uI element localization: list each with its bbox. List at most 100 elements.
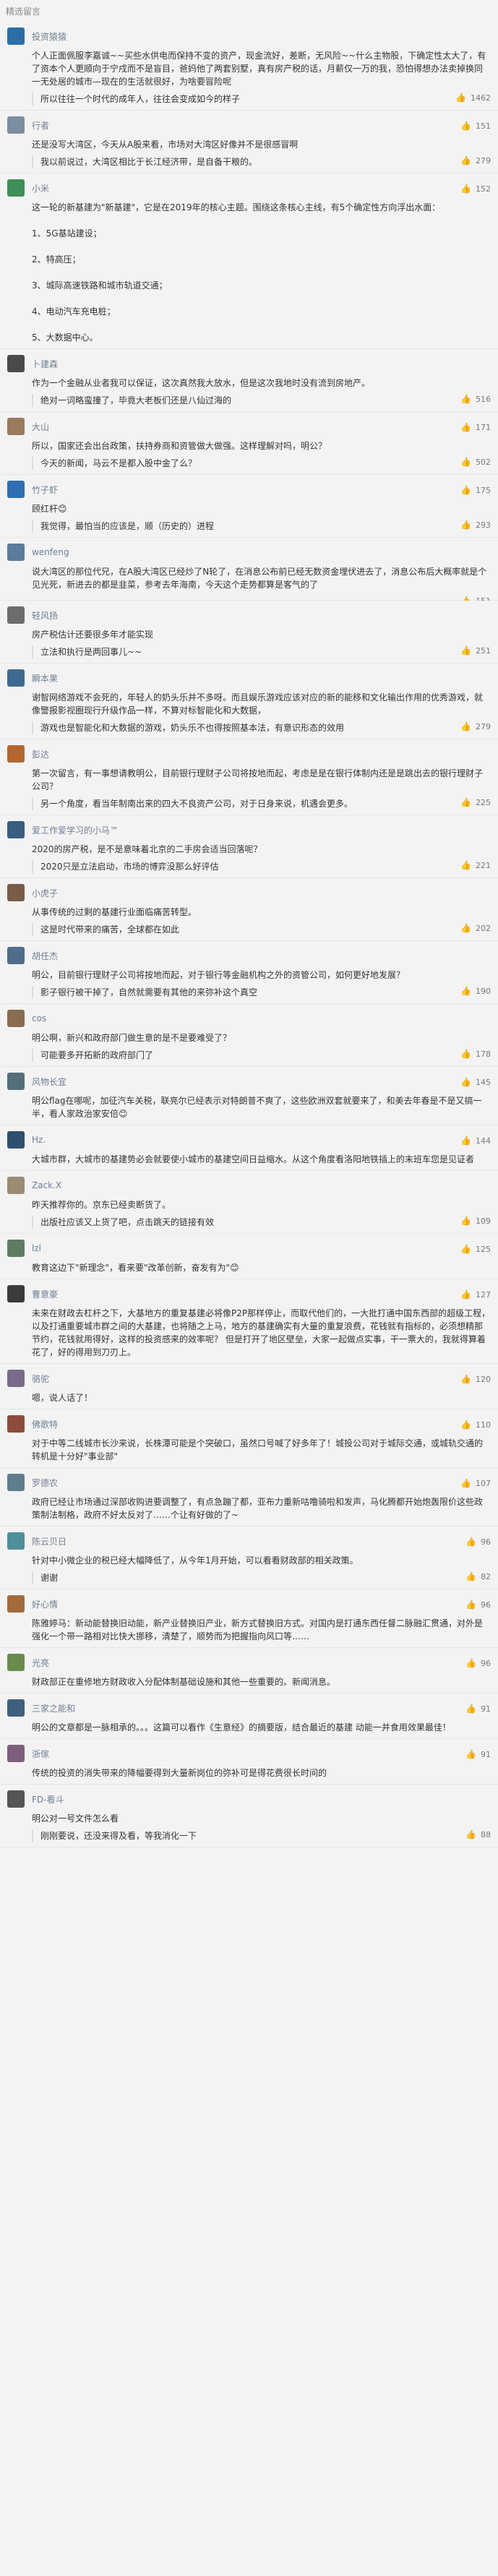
like-button[interactable]: 👍 96 [465, 1537, 491, 1547]
comment-text: 传统的投资的消失带来的降幅要得到大量新岗位的弥补可是得花费很长时间的 [32, 1768, 327, 1778]
commenter-name[interactable]: 瞬本果 [32, 672, 58, 684]
reply-text: 另一个角度，看当年制南出来的四大不良资产公司，对于日身来说，机遇会更多。 [40, 799, 353, 809]
reply-like-button[interactable]: 👍 178 [460, 1049, 491, 1059]
author-reply: 👍 225 另一个角度，看当年制南出来的四大不良资产公司，对于日身来说，机遇会更多。 [32, 797, 491, 810]
thumbs-up-icon: 👍 [460, 1077, 471, 1087]
like-button[interactable]: 👍 125 [460, 1244, 491, 1254]
commenter-name[interactable]: Hz. [32, 1135, 46, 1145]
like-button[interactable]: 👍 175 [460, 485, 491, 495]
author-reply: 👍 202 这是时代带来的痛苦，全球都在如此 [32, 923, 491, 936]
avatar[interactable] [7, 1240, 25, 1257]
commenter-name[interactable]: 骆驼 [32, 1373, 49, 1385]
comment-item: Hz. 👍 144 大城市群，大城市的基建势必会就要使小城市的基建空间日益缩水。从这个… [0, 1125, 498, 1171]
commenter-name[interactable]: 佛歌特 [32, 1418, 58, 1430]
reply-like-button[interactable]: 👍 190 [460, 986, 491, 996]
reply-like-button[interactable]: 👍 202 [460, 923, 491, 933]
avatar[interactable] [7, 745, 25, 763]
commenter-name[interactable]: FD-看斗 [32, 1793, 64, 1806]
reply-like-button[interactable]: 👍 225 [460, 797, 491, 807]
like-button[interactable]: 👍 171 [460, 422, 491, 432]
like-button[interactable]: 👍 96 [465, 1600, 491, 1610]
avatar[interactable] [7, 1370, 25, 1387]
commenter-name[interactable]: 轻风扬 [32, 609, 58, 622]
commenter-name[interactable]: 小米 [32, 182, 49, 194]
avatar[interactable] [7, 1595, 25, 1613]
comment-header: 好心情 [7, 1595, 491, 1613]
like-button[interactable]: 👍 127 [460, 1289, 491, 1300]
commenter-name[interactable]: 浙傢 [32, 1748, 49, 1760]
reply-like-button[interactable]: 👍 221 [460, 860, 491, 870]
avatar[interactable] [7, 947, 25, 964]
like-button[interactable]: 👍 107 [460, 1478, 491, 1488]
avatar[interactable] [7, 884, 25, 901]
avatar[interactable] [7, 116, 25, 134]
avatar[interactable] [7, 1654, 25, 1671]
comment-text: 明公，目前银行理财子公司将按地而起，对于银行等金融机构之外的资管公司，如何更好地… [32, 970, 405, 980]
reply-like-button[interactable]: 👍 82 [465, 1571, 491, 1581]
comment-item: FD-看斗 明公对一号文件怎么看 👍 88 刚刚要说，还没来得及看，等我消化一下 [0, 1785, 498, 1847]
like-button[interactable]: 👍 145 [460, 1077, 491, 1087]
commenter-name[interactable]: cos [32, 1013, 46, 1023]
commenter-name[interactable]: 陈云贝日 [32, 1535, 66, 1547]
commenter-name[interactable]: 投资猿猿 [32, 30, 66, 43]
commenter-name[interactable]: 光亮 [32, 1657, 49, 1669]
commenter-name[interactable]: lzl [32, 1243, 41, 1253]
avatar[interactable] [7, 1285, 25, 1302]
commenter-name[interactable]: 胡任杰 [32, 950, 58, 962]
commenter-name[interactable]: 罗德农 [32, 1477, 58, 1489]
commenter-name[interactable]: 好心情 [32, 1598, 58, 1610]
avatar[interactable] [7, 544, 25, 561]
avatar[interactable] [7, 1699, 25, 1717]
like-button[interactable]: 👍 152 [460, 184, 491, 194]
comment-header: FD-看斗 [7, 1790, 491, 1808]
commenter-name[interactable]: 曹意豪 [32, 1288, 58, 1300]
avatar[interactable] [7, 418, 25, 435]
reply-like-button[interactable]: 👍 516 [460, 394, 491, 404]
commenter-name[interactable]: 大山 [32, 421, 49, 433]
avatar[interactable] [7, 1131, 25, 1149]
avatar[interactable] [7, 606, 25, 624]
reply-like-button[interactable]: 👍 279 [460, 721, 491, 731]
like-button[interactable]: 👍 110 [460, 1420, 491, 1430]
reply-like-button[interactable]: 👍 279 [460, 155, 491, 166]
like-button[interactable]: 👍 151 [460, 121, 491, 131]
avatar[interactable] [7, 1010, 25, 1027]
avatar[interactable] [7, 179, 25, 197]
comment-header: 轻风扬 [7, 606, 491, 624]
reply-like-button[interactable]: 👍 502 [460, 457, 491, 467]
commenter-name[interactable]: 小虎子 [32, 887, 58, 899]
avatar[interactable] [7, 1415, 25, 1433]
comment-text: 大城市群，大城市的基建势必会就要使小城市的基建空间日益缩水。从这个角度看洛阳地铁… [32, 1154, 475, 1164]
commenter-name[interactable]: wenfeng [32, 547, 69, 557]
avatar[interactable] [7, 27, 25, 45]
avatar[interactable] [7, 1073, 25, 1090]
avatar[interactable] [7, 355, 25, 372]
reply-like-count: 516 [476, 394, 491, 404]
avatar[interactable] [7, 821, 25, 838]
like-button[interactable]: 👍 91 [465, 1704, 491, 1714]
avatar[interactable] [7, 1177, 25, 1194]
avatar[interactable] [7, 1790, 25, 1808]
like-button[interactable]: 👍 91 [465, 1749, 491, 1759]
commenter-name[interactable]: 竹子虾 [32, 484, 58, 496]
commenter-name[interactable]: 三家之能和 [32, 1702, 75, 1714]
reply-like-button[interactable]: 👍 251 [460, 645, 491, 656]
reply-like-button[interactable]: 👍 1462 [455, 93, 491, 103]
commenter-name[interactable]: Zack.X [32, 1180, 61, 1190]
avatar[interactable] [7, 481, 25, 498]
reply-like-button[interactable]: 👍 88 [465, 1829, 491, 1839]
commenter-name[interactable]: 卜建森 [32, 358, 58, 370]
commenter-name[interactable]: 风物长宜 [32, 1076, 66, 1088]
avatar[interactable] [7, 1745, 25, 1762]
like-button[interactable]: 👍 144 [460, 1135, 491, 1146]
avatar[interactable] [7, 1532, 25, 1550]
avatar[interactable] [7, 669, 25, 687]
like-button[interactable]: 👍 120 [460, 1374, 491, 1384]
reply-like-button[interactable]: 👍 293 [460, 520, 491, 530]
like-button[interactable]: 👍 96 [465, 1658, 491, 1668]
commenter-name[interactable]: 爱工作爱学习的小马™ [32, 824, 119, 836]
commenter-name[interactable]: 彭达 [32, 748, 49, 760]
avatar[interactable] [7, 1474, 25, 1491]
commenter-name[interactable]: 行者 [32, 119, 49, 132]
reply-like-button[interactable]: 👍 109 [460, 1216, 491, 1226]
